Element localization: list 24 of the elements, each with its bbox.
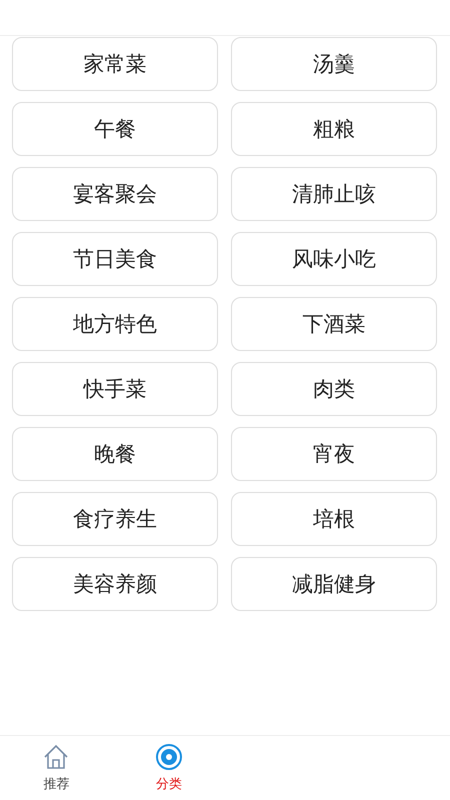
home-icon bbox=[42, 743, 70, 771]
category-button[interactable]: 晚餐 bbox=[12, 427, 218, 481]
category-button[interactable]: 地方特色 bbox=[12, 297, 218, 351]
category-button[interactable]: 下酒菜 bbox=[231, 297, 437, 351]
category-button[interactable]: 午餐 bbox=[12, 102, 218, 156]
category-button[interactable]: 美容养颜 bbox=[12, 557, 218, 611]
category-button[interactable]: 食疗养生 bbox=[12, 492, 218, 546]
category-button[interactable]: 培根 bbox=[231, 492, 437, 546]
category-button[interactable]: 减脂健身 bbox=[231, 557, 437, 611]
category-button[interactable]: 节日美食 bbox=[12, 232, 218, 286]
disc-icon bbox=[154, 743, 183, 771]
tab-bar-item[interactable]: 分类 bbox=[112, 736, 225, 800]
category-button[interactable]: 风味小吃 bbox=[231, 232, 437, 286]
category-button[interactable]: 宴客聚会 bbox=[12, 167, 218, 221]
tab-label: 推荐 bbox=[43, 776, 70, 793]
category-button[interactable]: 粗粮 bbox=[231, 102, 437, 156]
category-button[interactable]: 清肺止咳 bbox=[231, 167, 437, 221]
category-button[interactable]: 汤羹 bbox=[231, 37, 437, 91]
category-button[interactable]: 快手菜 bbox=[12, 362, 218, 416]
category-button[interactable]: 家常菜 bbox=[12, 37, 218, 91]
tab-label: 分类 bbox=[156, 776, 182, 793]
tab-bar-item[interactable]: 推荐 bbox=[0, 736, 112, 800]
category-button[interactable]: 宵夜 bbox=[231, 427, 437, 481]
category-button[interactable]: 肉类 bbox=[231, 362, 437, 416]
